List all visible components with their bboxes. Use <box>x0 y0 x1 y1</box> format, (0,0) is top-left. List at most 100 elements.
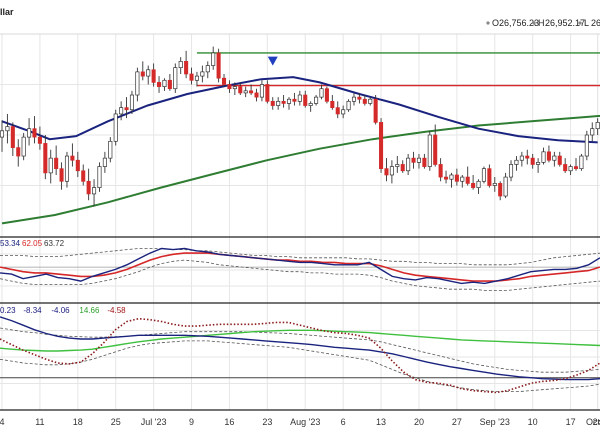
candle-up <box>341 109 346 115</box>
candle-down <box>75 159 80 172</box>
candle-up <box>232 86 237 90</box>
candle-down <box>189 73 194 81</box>
candle-down <box>433 134 438 165</box>
ohlc-dot <box>486 21 490 25</box>
x-tick-label: 11 <box>35 417 44 427</box>
candle-up <box>113 113 118 142</box>
ohlc-label-o: O <box>492 18 499 28</box>
rsi-legend-value: 63.72 <box>44 239 65 248</box>
candle-up <box>276 100 281 106</box>
candle-up <box>476 180 481 188</box>
ohlc-label-h: H <box>538 18 545 28</box>
candle-down <box>281 100 286 104</box>
chart-background <box>0 0 600 434</box>
candle-down <box>373 98 378 123</box>
candle-down <box>32 128 37 138</box>
x-tick-label: 17 <box>566 417 576 427</box>
candle-up <box>0 130 5 138</box>
candle-down <box>184 61 189 75</box>
candle-up <box>48 157 53 174</box>
candle-up <box>389 166 394 176</box>
x-tick-label: 27 <box>452 417 462 427</box>
candle-down <box>438 164 443 178</box>
x-tick-label: 4 <box>0 417 5 427</box>
candle-down <box>487 168 492 186</box>
candle-down <box>546 151 551 161</box>
candle-up <box>119 107 124 115</box>
candle-up <box>590 128 595 136</box>
candle-down <box>411 157 416 163</box>
candle-up <box>135 71 140 96</box>
candle-down <box>454 174 459 182</box>
ohlc-dot <box>532 21 536 25</box>
macd-legend-value: 14.66 <box>79 306 100 315</box>
candle-down <box>157 82 162 87</box>
candle-down <box>43 143 48 174</box>
candle-down <box>86 180 91 195</box>
x-tick-label: 6 <box>341 417 346 427</box>
macd-legend-value: 0.23 <box>0 306 16 315</box>
x-tick-label: Aug '23 <box>290 417 320 427</box>
candle-down <box>221 77 227 85</box>
x-tick-label: 16 <box>224 417 234 427</box>
x-tick-label: 18 <box>73 417 83 427</box>
candle-up <box>319 88 324 98</box>
candle-down <box>384 168 389 176</box>
candle-down <box>362 98 367 104</box>
candle-up <box>503 176 508 197</box>
candle-up <box>108 140 113 159</box>
candle-up <box>460 176 465 182</box>
candle-up <box>541 151 546 163</box>
x-tick-label: 20 <box>414 417 424 427</box>
ohlc-value-l: 26,67 <box>591 18 600 28</box>
x-tick-label: Oct '2 <box>586 417 600 427</box>
candle-down <box>471 183 476 188</box>
candle-up <box>102 157 107 167</box>
candle-up <box>211 52 216 66</box>
candle-up <box>259 84 264 98</box>
candle-up <box>64 155 70 182</box>
candle-down <box>216 52 221 79</box>
ohlc-dot <box>578 21 582 25</box>
x-tick-label: Sep '23 <box>480 417 510 427</box>
candle-up <box>297 94 302 102</box>
candle-up <box>395 164 400 167</box>
candle-down <box>400 164 405 172</box>
candle-down <box>330 100 335 108</box>
candle-up <box>568 166 573 172</box>
candle-down <box>70 155 75 161</box>
candle-up <box>162 79 167 87</box>
candle-up <box>194 75 199 81</box>
candle-down <box>335 107 340 115</box>
candle-down <box>530 157 535 165</box>
candle-down <box>265 84 270 102</box>
candle-down <box>573 166 579 170</box>
candle-down <box>124 107 129 111</box>
candle-up <box>92 187 97 195</box>
rsi-legend-value: 62.05 <box>22 239 43 248</box>
candle-down <box>422 157 427 167</box>
candle-down <box>303 94 308 106</box>
candle-up <box>21 136 26 157</box>
x-tick-label: 9 <box>189 417 194 427</box>
candle-down <box>54 157 59 170</box>
candle-down <box>444 176 449 180</box>
x-tick-label: Jul '23 <box>141 417 167 427</box>
candle-down <box>81 170 86 182</box>
candle-down <box>498 183 503 197</box>
macd-legend-value: -4.58 <box>107 306 126 315</box>
candle-up <box>97 166 102 188</box>
candle-up <box>178 61 183 69</box>
candle-up <box>146 69 151 77</box>
ohlc-label-l: L <box>584 18 589 28</box>
candle-down <box>254 92 259 98</box>
candle-up <box>508 164 514 178</box>
candle-up <box>5 126 10 132</box>
candle-up <box>205 65 210 73</box>
x-tick-label: 25 <box>111 417 121 427</box>
candle-up <box>449 174 454 180</box>
candle-up <box>286 98 292 104</box>
candle-up <box>200 71 205 77</box>
candle-down <box>557 155 562 165</box>
candle-up <box>595 122 600 130</box>
